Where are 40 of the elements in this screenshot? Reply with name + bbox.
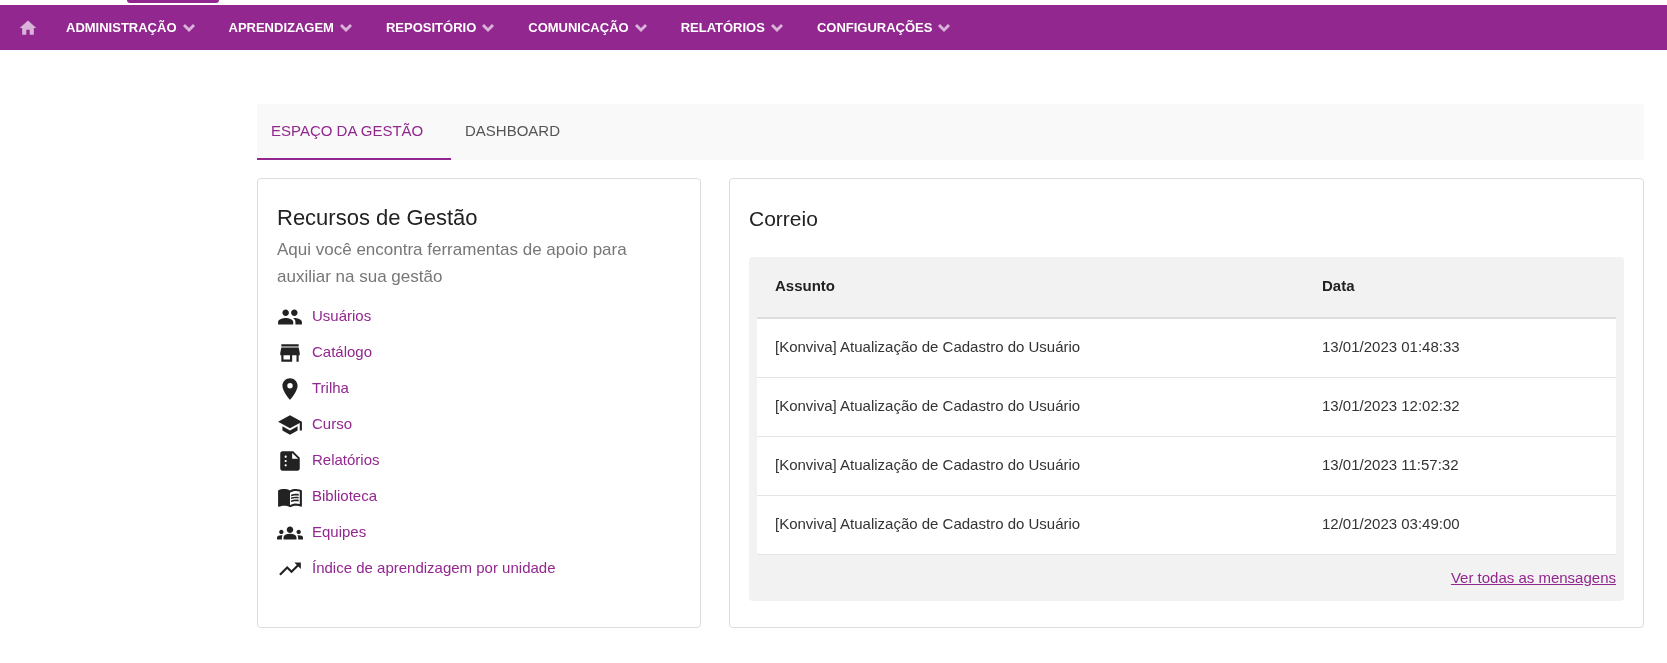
- resource-link[interactable]: Biblioteca: [312, 485, 378, 508]
- mail-row[interactable]: [Konviva] Atualização de Cadastro do Usuário 13/01/2023 01:48:33: [757, 318, 1616, 378]
- resource-link[interactable]: Catálogo: [312, 341, 373, 364]
- table-cell-text: [Konviva] Atualização de Cadastro do Usuário: [774, 396, 1082, 417]
- nav-menu-item[interactable]: CONFIGURAÇÕES: [816, 17, 951, 38]
- caret-icon: [482, 23, 495, 32]
- table-cell-text: [Konviva] Atualização de Cadastro do Usuário: [774, 455, 1082, 476]
- tab[interactable]: DASHBOARD: [451, 104, 575, 160]
- mail-row[interactable]: [Konviva] Atualização de Cadastro do Usuário 13/01/2023 11:57:32: [757, 436, 1616, 496]
- nav-menu-item[interactable]: REPOSITÓRIO: [385, 17, 495, 38]
- view-all-link[interactable]: Ver todas as mensagens: [1450, 566, 1616, 589]
- resource-link[interactable]: Equipes: [312, 521, 367, 544]
- table-cell-text: 13/01/2023 01:48:33: [1322, 337, 1460, 358]
- nav-menu-item[interactable]: APRENDIZAGEM: [228, 17, 352, 38]
- nav-menu-item[interactable]: COMUNICAÇÃO: [528, 17, 647, 38]
- resource-link[interactable]: Trilha: [312, 377, 349, 400]
- caret-icon: [182, 23, 195, 32]
- nav-menu-item[interactable]: RELATÓRIOS: [680, 17, 783, 38]
- table-cell-text: 13/01/2023 12:02:32: [1322, 396, 1460, 417]
- nav-menu-item[interactable]: ADMINISTRAÇÃO: [66, 17, 195, 38]
- resource-link[interactable]: Usuários: [312, 305, 372, 328]
- table-cell-text: [Konviva] Atualização de Cadastro do Usuário: [774, 337, 1082, 358]
- mail-row[interactable]: [Konviva] Atualização de Cadastro do Usuário 13/01/2023 12:02:32: [757, 377, 1616, 437]
- column-header: Data: [1322, 276, 1355, 297]
- caret-icon: [634, 23, 647, 32]
- mail-row[interactable]: [Konviva] Atualização de Cadastro do Usuário 12/01/2023 03:49:00: [757, 495, 1616, 555]
- card-title: Recursos de Gestão: [277, 204, 479, 232]
- tab[interactable]: ESPAÇO DA GESTÃO: [257, 104, 451, 160]
- table-cell-text: 12/01/2023 03:49:00: [1322, 514, 1460, 535]
- caret-icon: [339, 23, 352, 32]
- resource-link[interactable]: Índice de aprendizagem por unidade: [312, 557, 556, 580]
- card-subtitle: Aqui você encontra ferramentas de apoio para auxiliar na sua gestão: [277, 239, 628, 288]
- caret-icon: [770, 23, 783, 32]
- card-title: Correio: [749, 206, 819, 232]
- resource-link[interactable]: Relatórios: [312, 449, 380, 472]
- table-cell-text: [Konviva] Atualização de Cadastro do Usuário: [774, 514, 1082, 535]
- resource-link[interactable]: Curso: [312, 413, 352, 436]
- caret-icon: [938, 23, 951, 32]
- table-cell-text: 13/01/2023 11:57:32: [1322, 455, 1459, 476]
- column-header: Assunto: [774, 276, 836, 297]
